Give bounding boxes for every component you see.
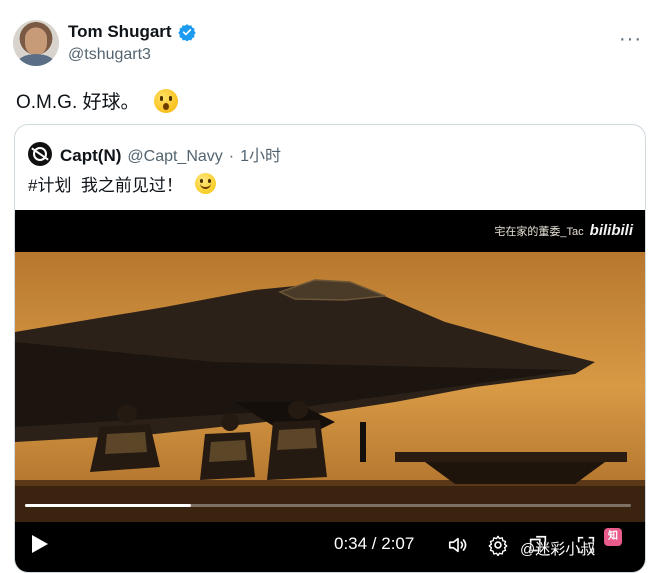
video-progress-fill xyxy=(25,504,192,507)
play-icon[interactable] xyxy=(31,534,49,554)
author-handle[interactable]: @tshugart3 xyxy=(68,46,151,64)
video-timecode: 0:34 / 2:07 xyxy=(334,534,415,553)
volume-icon[interactable] xyxy=(447,534,469,556)
smiling-face-emoji-icon xyxy=(194,173,216,194)
video-frame-jet-on-deck xyxy=(15,252,645,522)
quoted-timestamp[interactable]: 1小时 xyxy=(240,142,281,166)
quoted-text: #计划 我之前见过！ xyxy=(28,171,216,196)
video-player[interactable]: 宅在家的董委_Tac bilibili 0:34 / 2:07 xyxy=(15,210,645,572)
avatar-face xyxy=(25,29,47,55)
settings-gear-icon[interactable] xyxy=(487,534,509,556)
source-watermark: @迷彩小叔 xyxy=(520,538,595,559)
more-horizontal-icon[interactable]: ··· xyxy=(619,28,642,51)
quoted-author-avatar[interactable] xyxy=(28,142,52,166)
avatar-shirt xyxy=(17,54,55,66)
author-name[interactable]: Tom Shugart xyxy=(68,22,172,42)
video-watermark: 宅在家的董委_Tac bilibili xyxy=(494,222,633,239)
quoted-author-name[interactable]: Capt(N) xyxy=(60,146,121,166)
quoted-header: Capt(N) @Capt_Navy · 1小时 xyxy=(60,142,281,166)
tweet-card: Tom Shugart @tshugart3 ··· O.M.G. 好球。 Ca… xyxy=(0,0,650,573)
tweet-text: O.M.G. 好球。 xyxy=(16,87,178,114)
source-watermark-text: @迷彩小叔 xyxy=(520,541,596,558)
author-avatar[interactable] xyxy=(13,20,59,66)
video-progress-bar[interactable] xyxy=(25,504,631,507)
quoted-separator: · xyxy=(228,148,235,165)
quoted-text-content: #计划 我之前见过！ xyxy=(28,176,183,195)
verified-badge-icon xyxy=(177,24,196,41)
quoted-tweet[interactable]: Capt(N) @Capt_Navy · 1小时 #计划 我之前见过！ 宅在家的… xyxy=(14,124,646,573)
tweet-text-content: O.M.G. 好球。 xyxy=(16,92,140,113)
watermark-text: 宅在家的董委_Tac xyxy=(494,225,584,238)
bilibili-logo: bilibili xyxy=(589,222,633,239)
quoted-author-handle[interactable]: @Capt_Navy xyxy=(127,148,222,166)
author-name-row: Tom Shugart xyxy=(68,22,196,42)
source-logo-icon: 知 xyxy=(604,528,622,546)
astonished-face-emoji-icon xyxy=(153,88,178,113)
